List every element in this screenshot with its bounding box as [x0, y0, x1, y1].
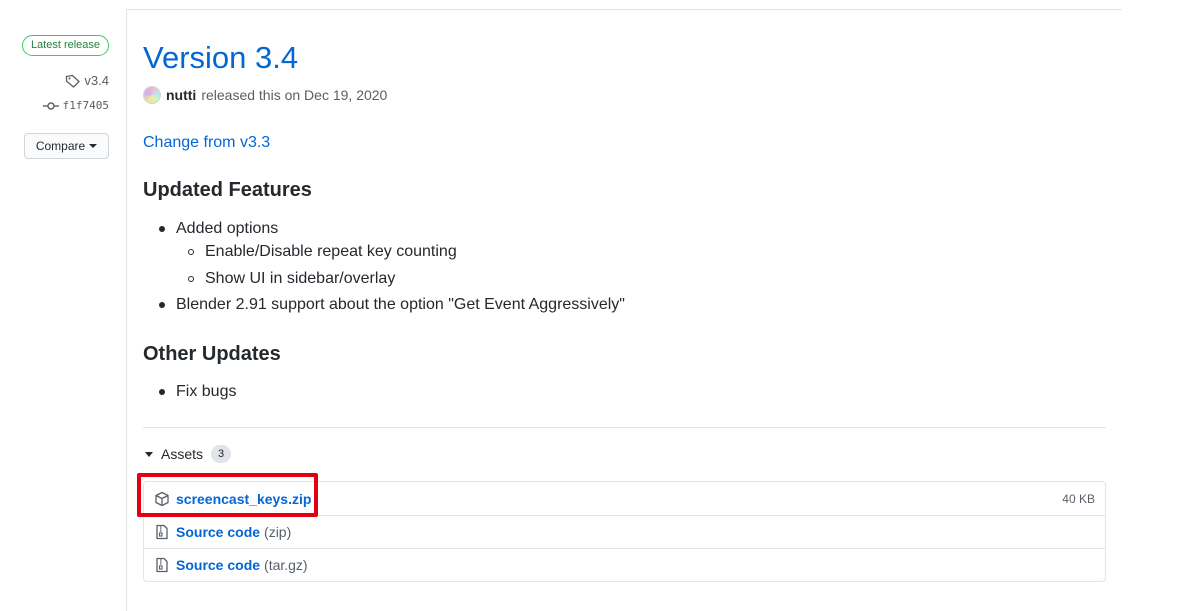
compare-label: Compare — [35, 139, 86, 153]
tag-link[interactable]: v3.4 — [65, 73, 109, 88]
assets-label: Assets — [161, 446, 204, 462]
caret-down-icon — [145, 451, 153, 457]
bullet-icon — [159, 302, 165, 308]
file-zip-icon — [154, 557, 170, 573]
bullet-icon — [159, 389, 165, 395]
list-item-text: Enable/Disable repeat key counting — [205, 243, 457, 260]
asset-row: Source code (tar.gz) — [144, 548, 1105, 581]
release-meta: Latest release v3.4 f1f7405 Compare — [0, 0, 126, 611]
assets-count-badge: 3 — [211, 445, 232, 463]
asset-suffix: (zip) — [264, 524, 292, 540]
list-item: Added options — [159, 220, 278, 238]
source-code-targz-link[interactable]: Source code — [176, 557, 260, 573]
source-code-zip-link[interactable]: Source code — [176, 524, 260, 540]
assets-toggle[interactable]: Assets 3 — [145, 445, 232, 463]
list-item: Fix bugs — [159, 383, 236, 401]
commit-link[interactable]: f1f7405 — [42, 99, 109, 112]
author-link[interactable]: nutti — [166, 87, 196, 103]
commit-sha: f1f7405 — [62, 99, 109, 112]
list-item-text: Fix bugs — [176, 383, 237, 400]
tag-icon — [65, 74, 81, 88]
list-item-text: Blender 2.91 support about the option "G… — [176, 296, 625, 313]
assets-divider — [143, 427, 1106, 428]
latest-release-badge: Latest release — [22, 35, 109, 56]
asset-row: Source code (zip) — [144, 515, 1105, 548]
list-item: Enable/Disable repeat key counting — [188, 243, 457, 261]
release-byline: nutti released this on Dec 19, 2020 — [143, 86, 387, 104]
updated-features-heading: Updated Features — [143, 179, 312, 201]
caret-down-icon — [89, 144, 98, 148]
timeline-divider — [126, 9, 127, 611]
other-updates-heading: Other Updates — [143, 343, 281, 365]
compare-button[interactable]: Compare — [24, 133, 109, 159]
bullet-icon — [188, 276, 194, 282]
release-main: Version 3.4 nutti released this on Dec 1… — [143, 0, 1106, 611]
bullet-icon — [188, 249, 194, 255]
file-zip-icon — [154, 524, 170, 540]
list-item: Blender 2.91 support about the option "G… — [159, 296, 625, 314]
list-item-text: Added options — [176, 220, 279, 237]
highlight-annotation — [137, 473, 318, 517]
bullet-icon — [159, 226, 165, 232]
git-commit-icon — [42, 101, 59, 111]
change-from-link[interactable]: Change from v3.3 — [143, 134, 270, 152]
asset-size: 40 KB — [1062, 491, 1095, 506]
avatar[interactable] — [143, 86, 161, 104]
list-item: Show UI in sidebar/overlay — [188, 270, 395, 288]
asset-suffix: (tar.gz) — [264, 557, 308, 573]
release-title[interactable]: Version 3.4 — [143, 40, 298, 76]
tag-name: v3.4 — [84, 73, 109, 88]
list-item-text: Show UI in sidebar/overlay — [205, 270, 396, 287]
released-text: released this on Dec 19, 2020 — [201, 87, 388, 103]
